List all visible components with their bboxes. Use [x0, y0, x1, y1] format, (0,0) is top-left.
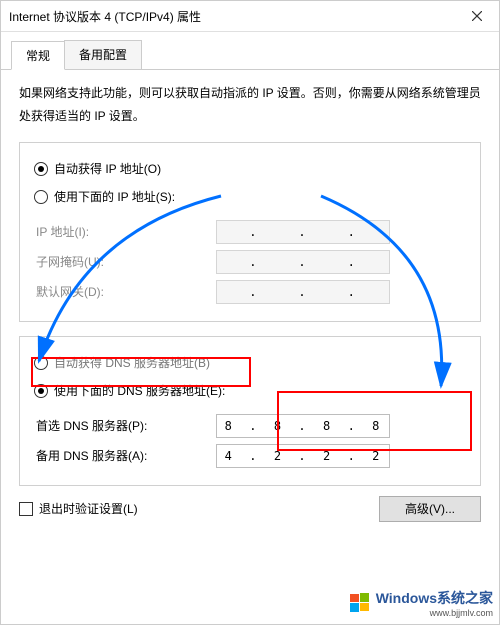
pref-dns-input[interactable]: 8. 8. 8. 8 — [216, 414, 390, 438]
radio-dns-manual-label: 使用下面的 DNS 服务器地址(E): — [54, 382, 225, 399]
watermark-text: Windows系统之家 — [376, 588, 493, 608]
close-icon — [472, 11, 482, 21]
radio-dns-auto-label: 自动获得 DNS 服务器地址(B) — [54, 354, 210, 371]
ip-address-label: IP 地址(I): — [36, 223, 216, 240]
alt-dns-label: 备用 DNS 服务器(A): — [36, 447, 216, 464]
content-area: 如果网络支持此功能，则可以获取自动指派的 IP 设置。否则，你需要从网络系统管理… — [1, 68, 499, 532]
watermark: Windows系统之家 www.bjjmlv.com — [348, 588, 493, 618]
gateway-label: 默认网关(D): — [36, 283, 216, 300]
checkbox-icon — [19, 502, 33, 516]
gateway-input: ... — [216, 280, 390, 304]
close-button[interactable] — [454, 1, 499, 31]
radio-ip-manual[interactable]: 使用下面的 IP 地址(S): — [34, 188, 175, 205]
window-title: Internet 协议版本 4 (TCP/IPv4) 属性 — [9, 8, 454, 25]
pref-dns-label: 首选 DNS 服务器(P): — [36, 417, 216, 434]
tab-alternate[interactable]: 备用配置 — [64, 40, 142, 69]
radio-dot-icon — [34, 190, 48, 204]
tab-general[interactable]: 常规 — [11, 41, 65, 70]
radio-dns-auto[interactable]: 自动获得 DNS 服务器地址(B) — [34, 354, 210, 371]
validate-label: 退出时验证设置(L) — [39, 500, 138, 517]
windows-logo-icon — [348, 591, 372, 615]
watermark-url: www.bjjmlv.com — [376, 608, 493, 618]
titlebar: Internet 协议版本 4 (TCP/IPv4) 属性 — [1, 1, 499, 32]
alt-dns-input[interactable]: 4. 2. 2. 2 — [216, 444, 390, 468]
ip-address-input: ... — [216, 220, 390, 244]
advanced-button[interactable]: 高级(V)... — [379, 496, 481, 522]
tab-strip: 常规 备用配置 — [1, 34, 499, 70]
radio-dns-manual[interactable]: 使用下面的 DNS 服务器地址(E): — [34, 382, 225, 399]
radio-dot-icon — [34, 356, 48, 370]
ip-group: 自动获得 IP 地址(O) 使用下面的 IP 地址(S): IP 地址(I): … — [19, 142, 481, 322]
subnet-mask-label: 子网掩码(U): — [36, 253, 216, 270]
subnet-mask-input: ... — [216, 250, 390, 274]
radio-ip-auto[interactable]: 自动获得 IP 地址(O) — [34, 160, 161, 177]
validate-checkbox[interactable]: 退出时验证设置(L) — [19, 500, 138, 517]
intro-text: 如果网络支持此功能，则可以获取自动指派的 IP 设置。否则，你需要从网络系统管理… — [19, 82, 481, 128]
radio-dot-icon — [34, 384, 48, 398]
dns-group: 自动获得 DNS 服务器地址(B) 使用下面的 DNS 服务器地址(E): 首选… — [19, 336, 481, 486]
radio-ip-manual-label: 使用下面的 IP 地址(S): — [54, 188, 175, 205]
radio-dot-icon — [34, 162, 48, 176]
radio-ip-auto-label: 自动获得 IP 地址(O) — [54, 160, 161, 177]
